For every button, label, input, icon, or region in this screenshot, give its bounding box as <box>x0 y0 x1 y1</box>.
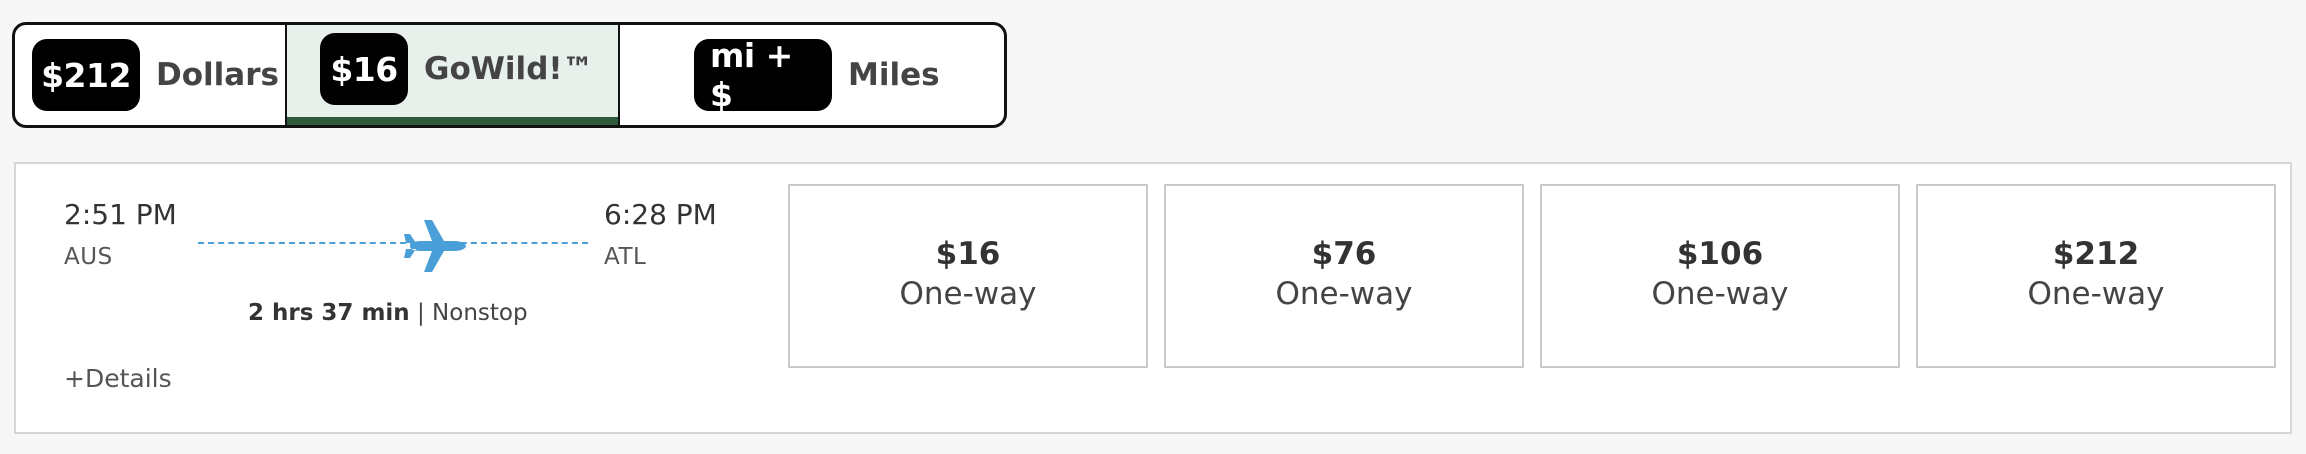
dollars-price-pill: $212 <box>32 39 140 111</box>
price-option-4[interactable]: $212 One-way <box>1916 184 2276 368</box>
price-amount: $212 <box>2052 235 2140 272</box>
price-option-1[interactable]: $16 One-way <box>788 184 1148 368</box>
fare-type-toggle: $212 Dollars $16 GoWild!™ mi + $ Miles <box>12 22 1007 128</box>
price-trip-type: One-way <box>2027 275 2165 312</box>
gowild-price-pill: $16 <box>320 33 408 105</box>
details-link[interactable]: +Details <box>64 364 172 393</box>
price-option-2[interactable]: $76 One-way <box>1164 184 1524 368</box>
miles-label: Miles <box>848 57 940 93</box>
miles-price-pill: mi + $ <box>694 36 832 114</box>
departure-time: 2:51 PM <box>64 198 177 231</box>
arrival-time: 6:28 PM <box>604 198 717 231</box>
fare-option-gowild[interactable]: $16 GoWild!™ <box>287 25 620 125</box>
price-trip-type: One-way <box>1275 275 1413 312</box>
flight-duration-info: 2 hrs 37 min | Nonstop <box>248 300 528 326</box>
fare-option-miles[interactable]: mi + $ Miles <box>620 25 1004 125</box>
flight-card: 2:51 PM AUS 6:28 PM ATL 2 hrs 37 min | N… <box>14 162 2292 434</box>
flight-duration: 2 hrs 37 min <box>248 300 410 326</box>
price-amount: $16 <box>935 235 1001 272</box>
dollars-label: Dollars <box>156 57 279 93</box>
price-amount: $76 <box>1311 235 1377 272</box>
price-option-3[interactable]: $106 One-way <box>1540 184 1900 368</box>
airplane-icon <box>404 220 466 272</box>
stops-label: Nonstop <box>432 300 528 326</box>
route-line <box>198 242 588 244</box>
departure-airport-code: AUS <box>64 244 113 270</box>
price-amount: $106 <box>1676 235 1764 272</box>
price-trip-type: One-way <box>1651 275 1789 312</box>
fare-option-dollars[interactable]: $212 Dollars <box>15 25 287 125</box>
duration-separator: | <box>416 300 425 326</box>
arrival-airport-code: ATL <box>604 244 647 270</box>
price-trip-type: One-way <box>899 275 1037 312</box>
gowild-label: GoWild!™ <box>424 51 594 87</box>
